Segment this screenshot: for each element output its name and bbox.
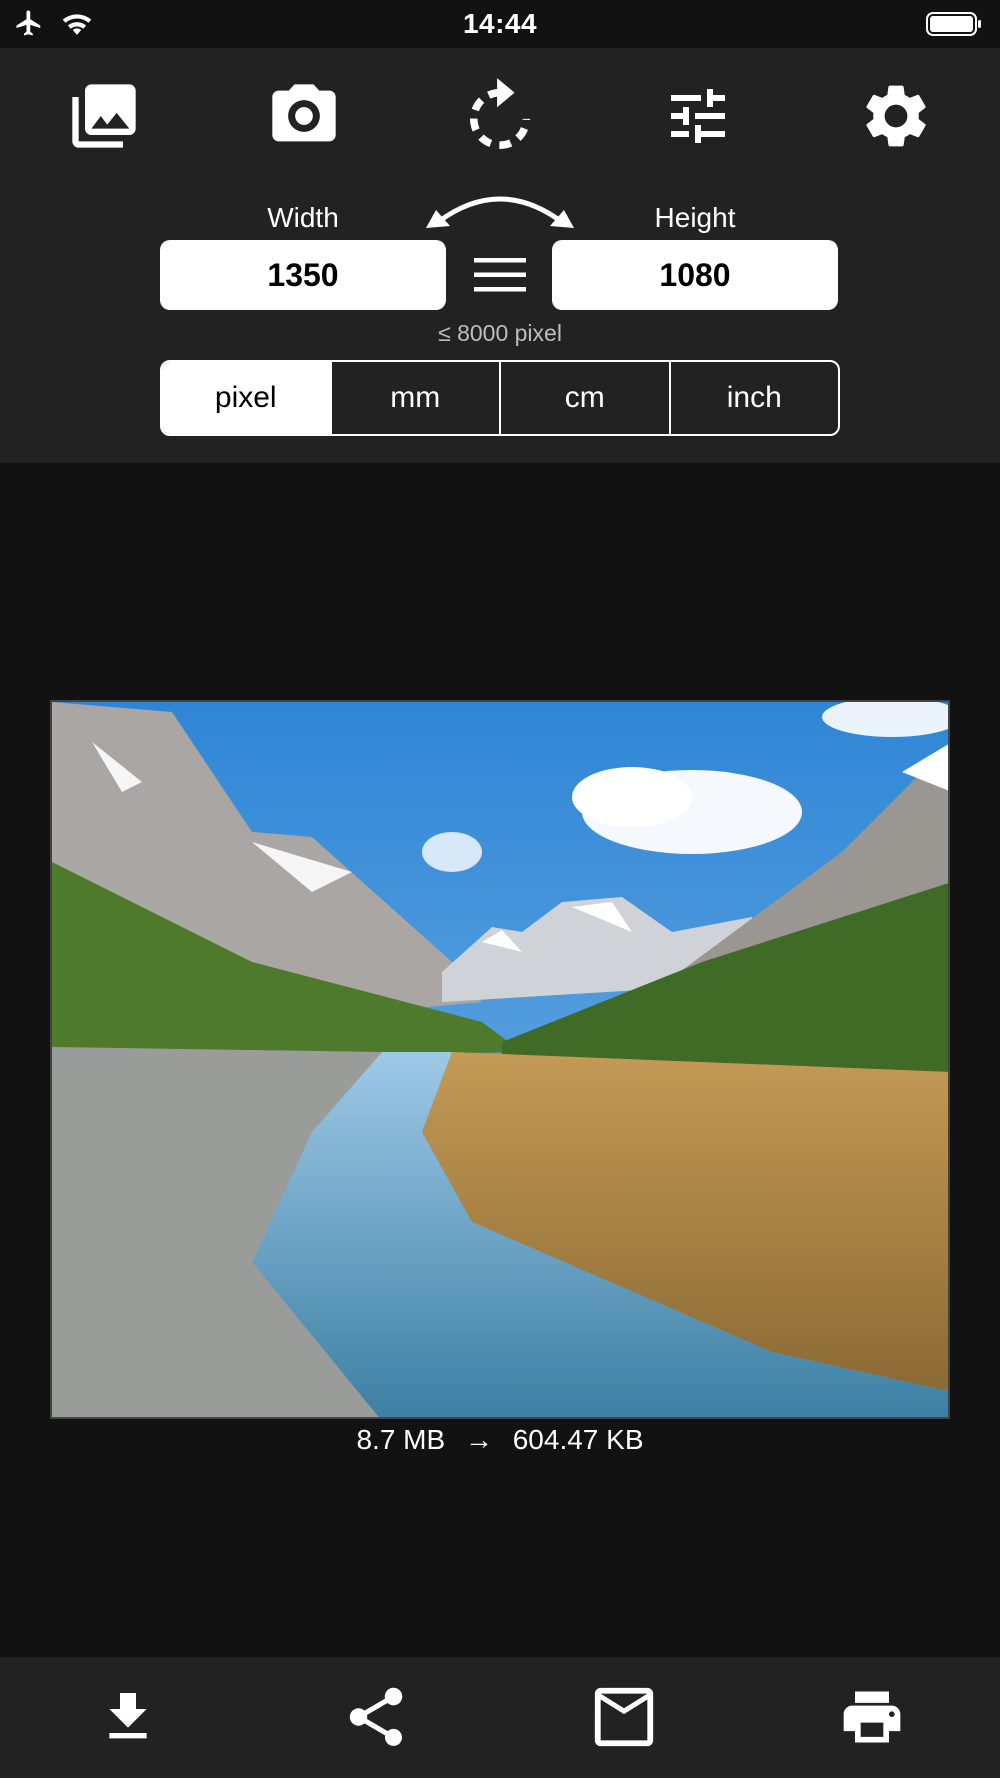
new-size: 604.47 KB (512, 1424, 644, 1455)
rotate-icon[interactable] (460, 76, 540, 156)
unit-option-inch[interactable]: inch (668, 362, 839, 434)
landscape-photo (52, 702, 948, 1417)
file-size-info: 8.7 MB → 604.47 KB (0, 1424, 1000, 1456)
control-panel: Width Height 1350 1080 ≤ 8000 pixel pixe… (0, 48, 1000, 463)
unit-option-cm[interactable]: cm (499, 362, 669, 434)
height-input[interactable]: 1080 (552, 240, 838, 310)
settings-gear-icon[interactable] (856, 76, 936, 156)
width-input[interactable]: 1350 (160, 240, 446, 310)
print-icon[interactable] (832, 1677, 912, 1757)
width-label: Width (267, 202, 339, 233)
bottom-action-bar (0, 1657, 1000, 1778)
size-arrow: → (464, 1424, 493, 1455)
camera-icon[interactable] (264, 76, 344, 156)
unit-option-pixel[interactable]: pixel (162, 362, 330, 434)
mail-icon[interactable] (584, 1677, 664, 1757)
adjust-sliders-icon[interactable] (658, 76, 738, 156)
height-label: Height (654, 202, 736, 233)
original-size: 8.7 MB (356, 1424, 446, 1455)
menu-lines-icon[interactable] (470, 255, 530, 295)
battery-icon (926, 12, 982, 36)
download-icon[interactable] (88, 1677, 168, 1757)
unit-option-mm[interactable]: mm (329, 362, 500, 434)
share-icon[interactable] (336, 1677, 416, 1757)
gallery-icon[interactable] (64, 76, 144, 156)
size-limit-note: ≤ 8000 pixel (438, 320, 562, 346)
unit-selector: pixel mm cm inch (160, 360, 840, 436)
status-bar: 14:44 (0, 0, 1000, 48)
image-preview[interactable] (50, 700, 950, 1419)
status-time: 14:44 (462, 8, 538, 39)
